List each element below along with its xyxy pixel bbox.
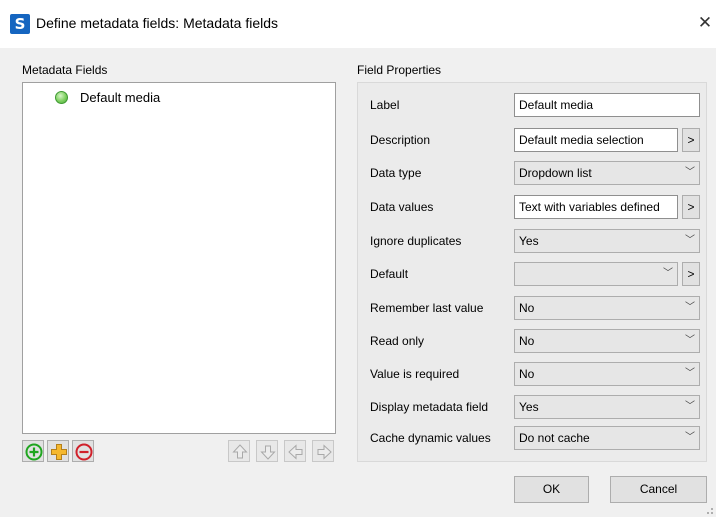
move-right-button[interactable]	[312, 440, 334, 462]
field-properties-label: Field Properties	[357, 63, 442, 77]
tree-item-default-media[interactable]: Default media	[55, 90, 160, 105]
data-type-label: Data type	[370, 166, 422, 180]
chevron-down-icon: ﹀	[685, 432, 695, 443]
cancel-button[interactable]: Cancel	[610, 476, 707, 503]
value-is-required-label: Value is required	[370, 367, 460, 381]
app-logo-icon: S	[10, 14, 30, 34]
property-row-default: Default ﹀ >	[370, 262, 704, 286]
data-values-input[interactable]: Text with variables defined	[514, 195, 678, 219]
chevron-down-icon: ﹀	[685, 302, 695, 313]
description-input[interactable]: Default media selection	[514, 128, 678, 152]
metadata-fields-label: Metadata Fields	[22, 63, 108, 77]
resize-grip-icon[interactable]	[704, 505, 714, 515]
ignore-duplicates-value: Yes	[519, 234, 539, 248]
chevron-down-icon: ﹀	[685, 335, 695, 346]
label-label: Label	[370, 98, 400, 112]
ok-button[interactable]: OK	[514, 476, 589, 503]
remove-field-button[interactable]	[72, 440, 94, 462]
property-row-data-type: Data type Dropdown list ﹀	[370, 161, 704, 185]
chevron-down-icon: ﹀	[685, 368, 695, 379]
green-circle-icon	[55, 91, 68, 104]
display-metadata-field-select[interactable]: Yes ﹀	[514, 395, 700, 419]
metadata-fields-tree[interactable]: Default media	[22, 82, 336, 434]
chevron-down-icon: ﹀	[663, 268, 673, 279]
window-title: Define metadata fields: Metadata fields	[36, 15, 279, 31]
property-row-label: Label Default media	[370, 93, 704, 117]
property-row-cache-dynamic-values: Cache dynamic values Do not cache ﹀	[370, 426, 704, 450]
remember-last-value-label: Remember last value	[370, 301, 484, 315]
move-left-button[interactable]	[284, 440, 306, 462]
data-values-more-button[interactable]: >	[682, 195, 700, 219]
property-row-value-is-required: Value is required No ﹀	[370, 362, 704, 386]
read-only-label: Read only	[370, 334, 425, 348]
read-only-value: No	[519, 334, 535, 348]
data-type-value: Dropdown list	[519, 166, 592, 180]
default-select[interactable]: ﹀	[514, 262, 678, 286]
cache-dynamic-values-label: Cache dynamic values	[370, 431, 491, 445]
value-is-required-select[interactable]: No ﹀	[514, 362, 700, 386]
property-row-display-metadata-field: Display metadata field Yes ﹀	[370, 395, 704, 419]
chevron-down-icon: ﹀	[685, 401, 695, 412]
description-more-button[interactable]: >	[682, 128, 700, 152]
cache-dynamic-values-select[interactable]: Do not cache ﹀	[514, 426, 700, 450]
data-type-select[interactable]: Dropdown list ﹀	[514, 161, 700, 185]
chevron-down-icon: ﹀	[685, 167, 695, 178]
read-only-select[interactable]: No ﹀	[514, 329, 700, 353]
property-row-remember-last-value: Remember last value No ﹀	[370, 296, 704, 320]
data-values-label: Data values	[370, 200, 434, 214]
default-label: Default	[370, 267, 409, 281]
default-more-button[interactable]: >	[682, 262, 700, 286]
display-metadata-field-value: Yes	[519, 400, 539, 414]
add-field-button[interactable]	[22, 440, 44, 462]
title-bar: S Define metadata fields: Metadata field…	[0, 0, 716, 48]
field-properties-panel: Label Default media Description Default …	[357, 82, 707, 462]
tree-item-label: Default media	[80, 90, 161, 105]
move-down-button[interactable]	[256, 440, 278, 462]
add-child-field-button[interactable]	[47, 440, 69, 462]
property-row-data-values: Data values Text with variables defined …	[370, 195, 704, 219]
display-metadata-field-label: Display metadata field	[370, 400, 489, 414]
close-button[interactable]: ✕	[694, 10, 716, 36]
remember-last-value-value: No	[519, 301, 535, 315]
description-label: Description	[370, 133, 431, 147]
ignore-duplicates-label: Ignore duplicates	[370, 234, 462, 248]
label-input[interactable]: Default media	[514, 93, 700, 117]
move-up-button[interactable]	[228, 440, 250, 462]
remember-last-value-select[interactable]: No ﹀	[514, 296, 700, 320]
property-row-read-only: Read only No ﹀	[370, 329, 704, 353]
property-row-description: Description Default media selection >	[370, 128, 704, 152]
value-is-required-value: No	[519, 367, 535, 381]
property-row-ignore-duplicates: Ignore duplicates Yes ﹀	[370, 229, 704, 253]
ignore-duplicates-select[interactable]: Yes ﹀	[514, 229, 700, 253]
chevron-down-icon: ﹀	[685, 235, 695, 246]
data-values-text: Text with variables defined	[519, 200, 660, 214]
cache-dynamic-values-value: Do not cache	[519, 431, 590, 445]
